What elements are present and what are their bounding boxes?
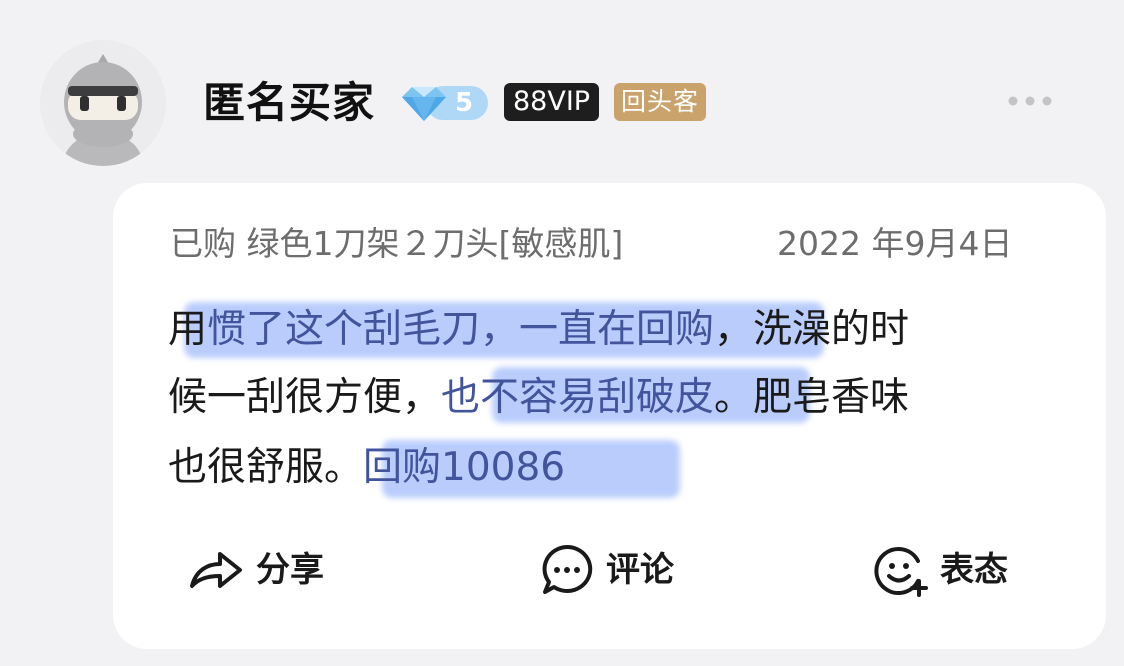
purchased-variant: 绿色1刀架２刀头[敏感肌] — [246, 224, 624, 263]
review-text-line: 也很舒服。回购10086 — [168, 445, 566, 490]
comment-button[interactable]: 评论 — [540, 542, 674, 598]
vip-badge: 88VIP — [504, 83, 600, 121]
review-date: 2022 年9月4日 — [777, 224, 1013, 263]
react-label: 表态 — [940, 550, 1008, 590]
returning-customer-badge: 回头客 — [614, 83, 707, 121]
more-options-icon[interactable] — [1005, 92, 1055, 110]
anonymous-ninja-avatar-icon — [40, 40, 166, 166]
share-icon — [190, 552, 242, 588]
review-text-line: 用惯了这个刮毛刀，一直在回购，洗澡的时 — [168, 307, 910, 352]
react-button[interactable]: 表态 — [874, 542, 1008, 598]
review-text-line: 候一刮很方便，也不容易刮破皮。肥皂香味 — [168, 375, 910, 420]
review-header: 匿名买家 5 88VIP 回头客 — [0, 0, 1124, 180]
purchase-label: 已购 — [170, 224, 236, 263]
purchase-info: 已购 绿色1刀架２刀头[敏感肌] — [170, 222, 623, 266]
comment-icon — [542, 544, 593, 594]
smiley-add-icon — [874, 547, 928, 597]
share-label: 分享 — [256, 550, 324, 590]
username: 匿名买家 — [203, 78, 376, 127]
share-button[interactable]: 分享 — [188, 542, 324, 598]
comment-label: 评论 — [606, 550, 674, 590]
avatar[interactable] — [40, 40, 166, 166]
level-number: 5 — [454, 88, 474, 118]
